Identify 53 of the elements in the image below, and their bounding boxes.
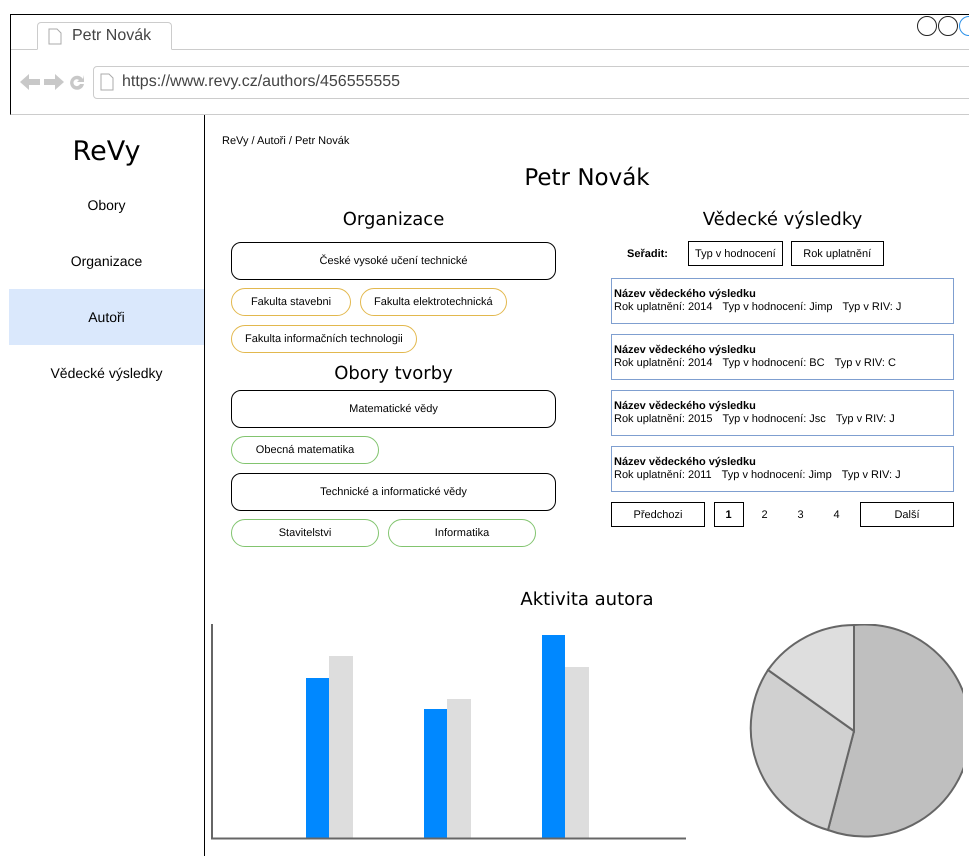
result-title: Název vědeckého výsledku	[614, 344, 757, 357]
page-icon	[48, 28, 62, 44]
result-meta: Typ v RIV: J	[842, 469, 901, 482]
result-card[interactable]: Název vědeckého výsledku Rok uplatnění: 2014 Typ v hodnocení: Jimp Typ v RIV: J	[611, 278, 954, 324]
previous-button[interactable]: Předchozi	[611, 502, 705, 527]
faculty-chip[interactable]: Fakulta elektrotechnická	[360, 288, 507, 316]
section-heading: Aktivita autora	[519, 588, 655, 612]
result-meta: Typ v hodnocení: Jsc	[722, 413, 826, 426]
page-icon	[100, 73, 114, 91]
result-title: Název vědeckého výsledku	[614, 456, 757, 469]
subfield-chip[interactable]: Obecná matematika	[231, 436, 379, 464]
subfield-chip[interactable]: Stavitelstvi	[231, 519, 379, 547]
result-meta: Typ v hodnocení: BC	[722, 357, 825, 370]
sidebar-item[interactable]: Vědecké výsledky	[9, 345, 204, 401]
sidebar-item[interactable]: Organizace	[9, 233, 204, 289]
result-title: Název vědeckého výsledku	[614, 400, 757, 413]
result-card[interactable]: Název vědeckého výsledku Rok uplatnění: 2015 Typ v hodnocení: Jsc Typ v RIV: J	[611, 390, 954, 436]
page-link[interactable]: 1	[714, 502, 744, 527]
faculty-chip[interactable]: Fakulta stavebni	[231, 288, 351, 316]
page-title: Petr Novák	[523, 164, 651, 192]
result-meta: Typ v RIV: J	[836, 413, 895, 426]
sort-button[interactable]: Rok uplatnění	[790, 241, 884, 266]
field-chip[interactable]: Technické a informatické vědy	[231, 473, 556, 511]
sidebar-item[interactable]: Autoři	[9, 289, 204, 345]
brand-title: ReVy	[72, 135, 142, 169]
result-meta: Typ v RIV: J	[842, 301, 902, 314]
result-meta: Rok uplatnění: 2014	[614, 301, 712, 314]
sort-label: Seřadit:	[627, 248, 668, 260]
browser-tab[interactable]: Petr Novák	[37, 22, 172, 50]
section-heading: Vědecké výsledky	[702, 208, 864, 232]
sidebar-item[interactable]: Obory	[9, 177, 204, 233]
result-card[interactable]: Název vědeckého výsledku Rok uplatnění: 2014 Typ v hodnocení: BC Typ v RIV: C	[611, 334, 954, 380]
result-meta: Typ v hodnocení: Jimp	[722, 301, 833, 314]
window-control-icon[interactable]	[938, 16, 958, 36]
tab-title: Petr Novák	[72, 27, 152, 45]
sort-button[interactable]: Typ v hodnocení	[688, 241, 783, 266]
result-card[interactable]: Název vědeckého výsledku Rok uplatnění: 2011 Typ v hodnocení: Jimp Typ v RIV: J	[611, 446, 954, 492]
window-control-icon[interactable]	[917, 16, 937, 36]
next-button[interactable]: Další	[860, 502, 954, 527]
section-heading: Organizace	[342, 208, 446, 232]
section-heading: Obory tvorby	[333, 362, 454, 386]
address-bar[interactable]: https://www.revy.cz/authors/456555555	[93, 66, 969, 98]
result-title: Název vědeckého výsledku	[614, 288, 757, 301]
result-meta: Rok uplatnění: 2014	[614, 357, 712, 370]
result-meta: Typ v RIV: C	[834, 357, 896, 370]
faculty-chip[interactable]: Fakulta informačních technologii	[231, 325, 417, 353]
result-meta: Rok uplatnění: 2015	[614, 413, 712, 426]
result-meta: Rok uplatnění: 2011	[614, 469, 712, 482]
result-meta: Typ v hodnocení: Jimp	[722, 469, 832, 482]
field-chip[interactable]: Matematické vědy	[231, 390, 556, 428]
subfield-chip[interactable]: Informatika	[388, 519, 536, 547]
organization-chip[interactable]: České vysoké učení technické	[231, 242, 556, 280]
breadcrumb: ReVy / Autoři / Petr Novák	[222, 135, 350, 147]
